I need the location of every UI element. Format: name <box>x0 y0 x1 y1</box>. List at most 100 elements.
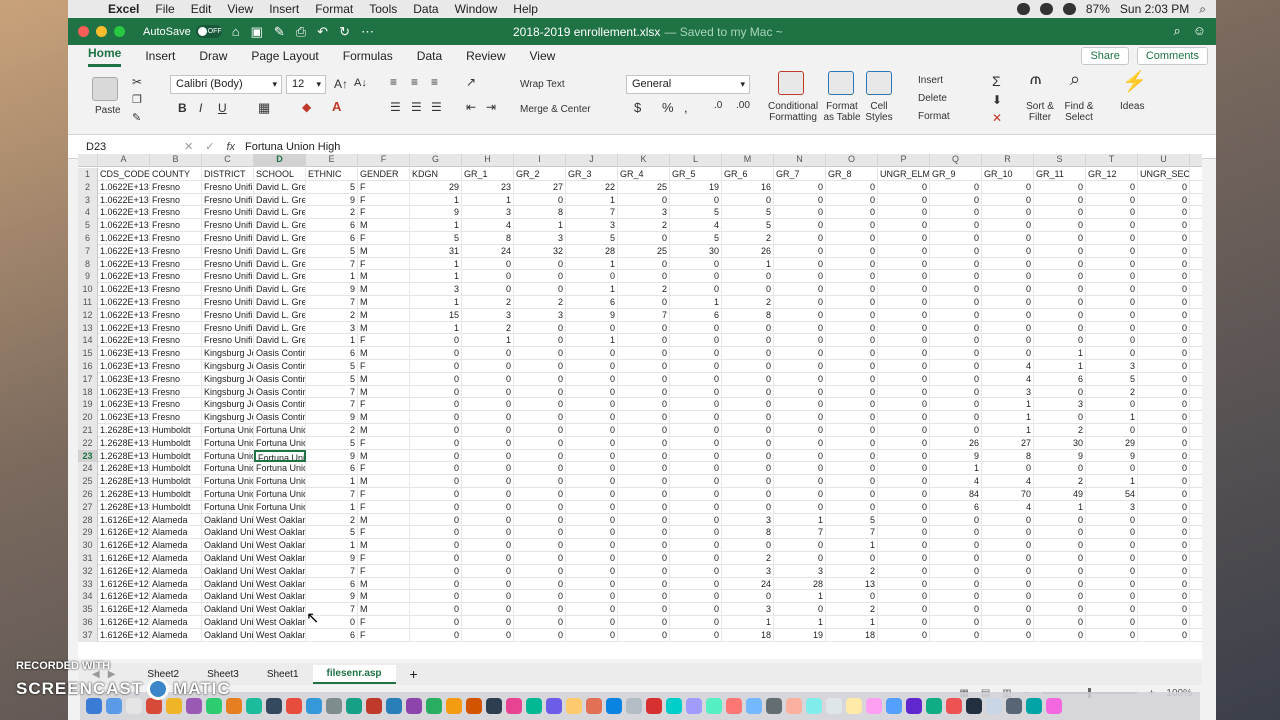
column-title-cell[interactable]: GR_6 <box>722 168 774 181</box>
increase-indent-icon[interactable]: ⇥ <box>486 100 496 114</box>
cell[interactable]: West Oaklan <box>254 526 306 540</box>
cell[interactable]: 0 <box>670 360 722 373</box>
cell[interactable]: 0 <box>566 552 618 565</box>
add-sheet-button[interactable]: + <box>410 666 418 682</box>
cell[interactable]: 6 <box>670 308 722 322</box>
cell[interactable]: 1.6126E+12 <box>98 590 150 604</box>
cell[interactable]: 2 <box>306 424 358 437</box>
cell[interactable]: 0 <box>774 283 826 296</box>
cell[interactable]: West Oaklan <box>254 628 306 642</box>
number-format-select[interactable]: General <box>626 75 750 94</box>
cell[interactable]: 0 <box>878 513 930 527</box>
cell[interactable]: 3 <box>618 206 670 220</box>
cell[interactable]: 0 <box>1034 564 1086 578</box>
dock-app-icon[interactable] <box>1006 698 1022 714</box>
cell[interactable]: 0 <box>1086 398 1138 412</box>
cell[interactable]: 84 <box>930 488 982 501</box>
cell[interactable]: 0 <box>878 232 930 245</box>
cell[interactable]: 0 <box>930 270 982 284</box>
format-painter-icon[interactable]: ✎ <box>132 111 141 124</box>
cell[interactable]: 0 <box>722 398 774 412</box>
cell[interactable]: 0 <box>930 590 982 604</box>
cell[interactable]: 0 <box>1138 270 1190 284</box>
cell[interactable]: Kingsburg Jo <box>202 398 254 412</box>
cell[interactable]: 0 <box>878 564 930 578</box>
cell[interactable]: 0 <box>462 539 514 552</box>
dock-app-icon[interactable] <box>866 698 882 714</box>
cell[interactable]: 0 <box>878 257 930 271</box>
cell[interactable]: Oakland Unif <box>202 590 254 604</box>
column-header[interactable]: G <box>410 154 462 167</box>
tab-page-layout[interactable]: Page Layout <box>251 49 318 67</box>
cell[interactable]: 9 <box>306 411 358 424</box>
clipboard-icon[interactable] <box>92 77 118 101</box>
cell[interactable]: 3 <box>462 308 514 322</box>
cell[interactable]: 1.6126E+12 <box>98 526 150 540</box>
cell[interactable]: 0 <box>462 603 514 616</box>
cell[interactable]: 5 <box>306 360 358 373</box>
dock-app-icon[interactable] <box>446 698 462 714</box>
cell[interactable]: 0 <box>774 424 826 437</box>
cell[interactable]: 0 <box>514 577 566 591</box>
cell[interactable]: 0 <box>930 372 982 386</box>
tab-view[interactable]: View <box>530 49 556 67</box>
cell[interactable]: 0 <box>618 334 670 348</box>
cell[interactable]: 1.0622E+13 <box>98 193 150 207</box>
cell[interactable]: David L. Gree <box>254 334 306 348</box>
cell[interactable]: 0 <box>410 372 462 386</box>
cell[interactable]: David L. Gree <box>254 232 306 245</box>
cell[interactable]: Fortuna Unic <box>254 424 306 437</box>
cell[interactable]: Humboldt <box>150 488 202 501</box>
cell[interactable]: 0 <box>566 539 618 552</box>
cell[interactable]: 1 <box>462 334 514 348</box>
cell[interactable]: Kingsburg Jo <box>202 372 254 386</box>
cell[interactable]: Fortuna Unic <box>202 424 254 437</box>
cell[interactable]: 0 <box>618 526 670 540</box>
cell[interactable]: 0 <box>878 385 930 399</box>
cell[interactable]: 1 <box>462 193 514 207</box>
cell[interactable]: 0 <box>930 628 982 642</box>
cell[interactable]: 5 <box>670 206 722 220</box>
cell[interactable]: 0 <box>722 334 774 348</box>
cell[interactable]: West Oaklan <box>254 552 306 565</box>
cell[interactable]: 0 <box>1086 308 1138 322</box>
cell[interactable]: 8 <box>722 526 774 540</box>
cell[interactable]: 0 <box>1138 500 1190 514</box>
cell[interactable]: 27 <box>982 436 1034 450</box>
cell[interactable]: 2 <box>514 296 566 309</box>
cell[interactable]: 0 <box>670 590 722 604</box>
cell[interactable]: 0 <box>878 500 930 514</box>
cell[interactable]: 0 <box>878 436 930 450</box>
fill-icon[interactable]: ⬇ <box>992 93 1002 107</box>
edit-icon[interactable]: ✎ <box>274 24 285 40</box>
cell[interactable]: 0 <box>930 193 982 207</box>
cell[interactable]: 0 <box>826 411 878 424</box>
search-icon[interactable]: ⌕ <box>1173 23 1180 39</box>
cell[interactable]: Fresno <box>150 411 202 424</box>
cell[interactable]: 1.0623E+13 <box>98 372 150 386</box>
cell[interactable]: 0 <box>878 334 930 348</box>
cell[interactable]: 0 <box>514 449 566 463</box>
cell[interactable]: 0 <box>722 462 774 476</box>
cell[interactable]: 2 <box>462 296 514 309</box>
cell[interactable]: 28 <box>566 244 618 258</box>
more-icon[interactable]: ⋯ <box>361 24 374 40</box>
cell[interactable]: 0 <box>618 603 670 616</box>
align-top-icon[interactable]: ≡ <box>390 75 397 89</box>
cell[interactable]: M <box>358 513 410 527</box>
cell[interactable]: 0 <box>670 526 722 540</box>
cell[interactable]: 0 <box>1034 616 1086 629</box>
cell[interactable]: Fortuna Unic <box>202 449 254 463</box>
cell[interactable]: 1.6126E+12 <box>98 552 150 565</box>
cell[interactable]: 0 <box>410 398 462 412</box>
cell[interactable]: 0 <box>670 193 722 207</box>
cell[interactable]: 0 <box>774 449 826 463</box>
cell[interactable]: 19 <box>774 628 826 642</box>
column-header[interactable]: M <box>722 154 774 167</box>
cell[interactable]: 0 <box>1034 385 1086 399</box>
cell[interactable]: F <box>358 628 410 642</box>
cell[interactable]: 0 <box>982 296 1034 309</box>
cell[interactable]: 1 <box>774 590 826 604</box>
cell[interactable]: David L. Gree <box>254 219 306 232</box>
dock-app-icon[interactable] <box>526 698 542 714</box>
